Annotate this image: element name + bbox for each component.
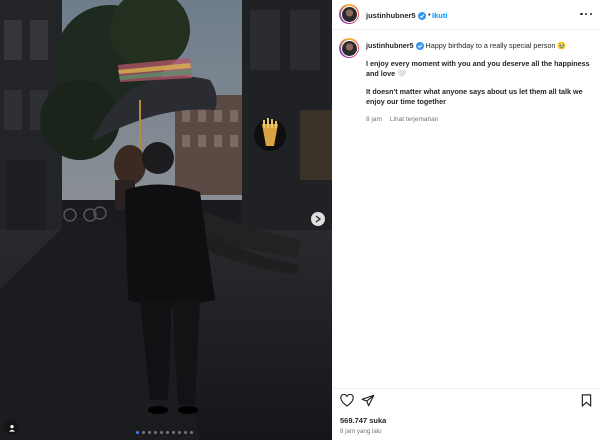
- carousel-dot: [190, 431, 193, 434]
- carousel-dot: [148, 431, 151, 434]
- caption-avatar[interactable]: [339, 38, 359, 58]
- share-icon[interactable]: [361, 394, 375, 407]
- carousel-dot: [160, 431, 163, 434]
- carousel-dot: [142, 431, 145, 434]
- username-text[interactable]: justinhubner5: [366, 11, 416, 20]
- carousel-indicator: [136, 431, 193, 434]
- heart-icon[interactable]: [340, 394, 354, 407]
- likes-count[interactable]: 569.747 suka: [340, 416, 386, 425]
- header-separator: •: [428, 10, 431, 19]
- post-photo[interactable]: [0, 0, 332, 440]
- action-bar: [332, 388, 600, 412]
- carousel-dot-active: [136, 431, 139, 434]
- avatar[interactable]: [339, 4, 359, 24]
- caption-line1: Happy birthday to a really special perso…: [425, 41, 567, 50]
- caption-paragraph-1: I enjoy every moment with you and you de…: [366, 59, 590, 78]
- see-translation-link[interactable]: Lihat terjemahan: [390, 116, 438, 123]
- carousel-dot: [166, 431, 169, 434]
- carousel-dot: [178, 431, 181, 434]
- posted-time[interactable]: 8 jam yang lalu: [340, 428, 382, 435]
- user-icon: [8, 424, 15, 432]
- header-username[interactable]: justinhubner5: [366, 11, 426, 21]
- post-header: justinhubner5 • Ikuti: [332, 0, 600, 30]
- carousel-dot: [172, 431, 175, 434]
- follow-button[interactable]: Ikuti: [432, 11, 447, 20]
- more-options-icon[interactable]: [580, 9, 592, 19]
- verified-badge-icon: [415, 42, 424, 51]
- bookmark-icon[interactable]: [581, 394, 592, 407]
- caption-time[interactable]: 8 jam: [366, 116, 382, 123]
- photo-scene: [0, 0, 332, 440]
- caption-paragraph-2: It doesn't matter what anyone says about…: [366, 87, 583, 106]
- carousel-dot: [154, 431, 157, 434]
- next-photo-button[interactable]: [311, 212, 325, 226]
- verified-badge-icon: [417, 12, 426, 21]
- caption-text: justinhubner5 Happy birthday to a really…: [366, 41, 594, 125]
- caption-username[interactable]: justinhubner5: [366, 41, 414, 50]
- carousel-dot: [184, 431, 187, 434]
- post-side-panel: justinhubner5 • Ikuti justinhubner5 Happ…: [332, 0, 600, 440]
- caption-meta: 8 jam Lihat terjemahan: [366, 115, 594, 125]
- chevron-right-icon: [315, 215, 321, 223]
- tagged-users-button[interactable]: [4, 420, 19, 435]
